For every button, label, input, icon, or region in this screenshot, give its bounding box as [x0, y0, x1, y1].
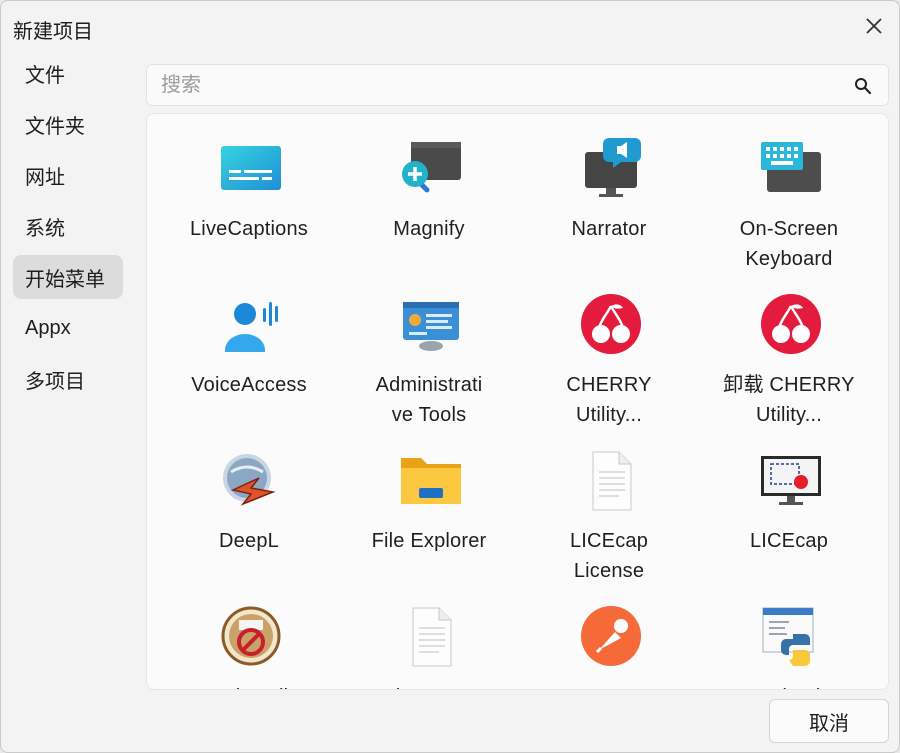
new-item-dialog: 新建项目 文件 文件夹 网址 系统 开始菜单 Appx 多项目 搜索 LiveC… — [0, 0, 900, 753]
app-label: On-Screen Keyboard — [739, 218, 839, 270]
close-icon — [866, 18, 882, 34]
search-input[interactable] — [147, 65, 837, 105]
sidebar-item-label: 系统 — [25, 217, 65, 240]
app-label: File Explorer — [371, 530, 487, 552]
app-label: DeepL — [219, 530, 279, 552]
app-tile-idle-python[interactable]: IDLE (Python — [699, 604, 879, 689]
app-label: VoiceAccess — [191, 374, 307, 396]
app-tile-licecap-license[interactable]: LICEcap License — [519, 448, 699, 598]
app-tile-on-screen-keyboard[interactable]: On-Screen Keyboard — [699, 136, 879, 286]
narrator-icon — [585, 138, 641, 197]
sidebar-item-label: 文件夹 — [25, 115, 85, 138]
app-label: What's new — [349, 682, 509, 689]
sidebar-item-system[interactable]: 系统 — [13, 204, 123, 248]
app-label: Administrati ve Tools — [375, 374, 483, 426]
app-tile-cherry-uninstall[interactable]: 卸载 CHERRY Utility... — [699, 292, 879, 442]
app-tile-file-explorer[interactable]: File Explorer — [339, 448, 519, 598]
app-label: IDLE (Python — [709, 682, 869, 689]
app-label: LICEcap License — [569, 530, 649, 582]
close-button[interactable] — [859, 11, 889, 41]
app-tile-narrator[interactable]: Narrator — [519, 136, 699, 286]
document-icon — [592, 451, 632, 511]
cherry-uninstall-icon — [761, 294, 821, 354]
sidebar-item-appx[interactable]: Appx — [13, 306, 123, 350]
admin-tools-icon — [403, 302, 459, 351]
voice-access-icon — [225, 302, 278, 352]
document-icon — [412, 607, 452, 667]
app-label: 卸载 CHERRY Utility... — [723, 374, 855, 426]
app-grid-panel: LiveCaptions Magnify Narrator On-Screen … — [146, 113, 889, 690]
python-idle-icon — [762, 607, 814, 666]
app-tile-admin-tools[interactable]: Administrati ve Tools — [339, 292, 519, 442]
sidebar-item-label: 网址 — [25, 166, 65, 189]
uninstall-icon — [221, 606, 281, 666]
app-tile-licecap[interactable]: LICEcap — [699, 448, 879, 598]
postman-icon — [581, 606, 641, 666]
category-sidebar: 文件 文件夹 网址 系统 开始菜单 Appx 多项目 — [13, 51, 123, 408]
app-tile-magnify[interactable]: Magnify — [339, 136, 519, 286]
app-tile-postman[interactable]: Postman — [519, 604, 699, 689]
sidebar-item-label: 开始菜单 — [25, 268, 105, 291]
search-icon[interactable] — [854, 77, 872, 95]
deepl-icon — [223, 454, 276, 506]
app-label: LICEcap — [749, 530, 829, 552]
app-tile-deepl[interactable]: DeepL — [159, 448, 339, 598]
app-label: LiveCaptions — [189, 218, 309, 240]
app-tile-uninstall[interactable]: Uninstall — [159, 604, 339, 689]
sidebar-item-label: 文件 — [25, 64, 65, 87]
app-tile-cherry-utility[interactable]: CHERRY Utility... — [519, 292, 699, 442]
cherry-icon — [581, 294, 641, 354]
sidebar-item-file[interactable]: 文件 — [13, 51, 123, 95]
sidebar-item-folder[interactable]: 文件夹 — [13, 102, 123, 146]
app-label: Uninstall — [169, 682, 329, 689]
on-screen-keyboard-icon — [761, 142, 821, 192]
sidebar-item-url[interactable]: 网址 — [13, 153, 123, 197]
dialog-title: 新建项目 — [13, 21, 93, 43]
sidebar-item-label: Appx — [25, 316, 71, 339]
app-tile-livecaptions[interactable]: LiveCaptions — [159, 136, 339, 286]
folder-icon — [401, 458, 461, 504]
sidebar-item-start-menu[interactable]: 开始菜单 — [13, 255, 123, 299]
cancel-button[interactable]: 取消 — [769, 699, 889, 743]
magnifier-icon — [402, 142, 461, 193]
sidebar-item-multi[interactable]: 多项目 — [13, 357, 123, 401]
live-captions-icon — [221, 146, 281, 190]
licecap-icon — [761, 456, 821, 505]
search-box — [146, 64, 889, 106]
app-label: Magnify — [393, 218, 465, 240]
app-label: CHERRY Utility... — [566, 374, 652, 426]
app-tile-whats-new[interactable]: What's new — [339, 604, 519, 689]
app-label: Narrator — [571, 218, 647, 240]
sidebar-item-label: 多项目 — [25, 370, 85, 393]
app-tile-voiceaccess[interactable]: VoiceAccess — [159, 292, 339, 442]
app-label: Postman — [529, 682, 689, 689]
